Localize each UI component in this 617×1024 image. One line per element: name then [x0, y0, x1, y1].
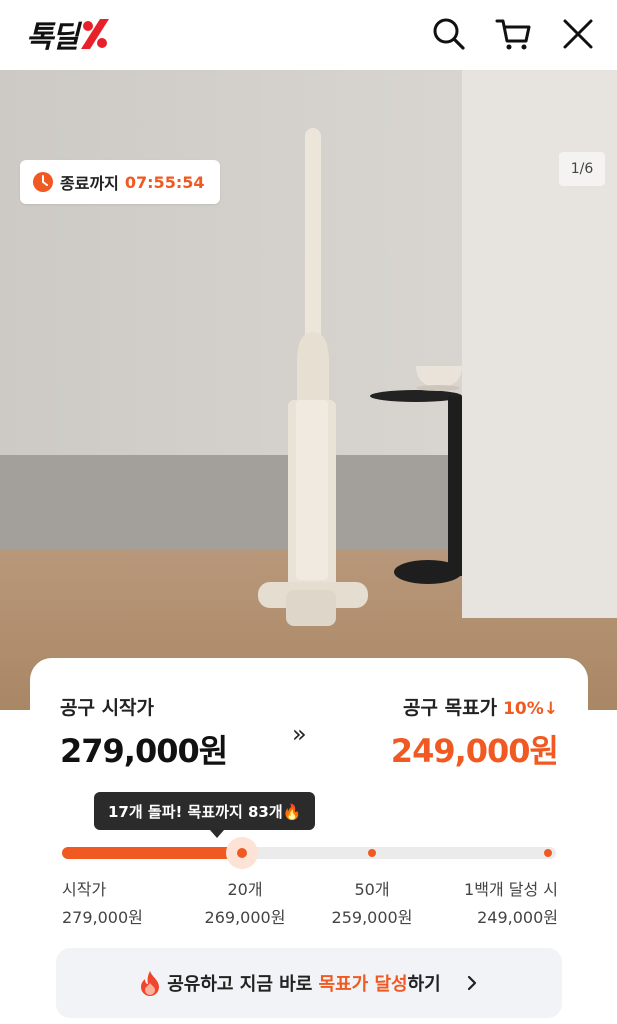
- cart-icon[interactable]: [495, 16, 531, 52]
- chevron-right-icon: [467, 975, 476, 991]
- milestone-dot-100: [544, 849, 552, 857]
- start-price-label: 공구 시작가: [60, 697, 155, 719]
- double-chevron-right-icon: »: [292, 720, 307, 748]
- milestone-price: 249,000원: [477, 908, 558, 927]
- milestone-price: 269,000원: [204, 908, 286, 927]
- progress-fill: [62, 847, 240, 859]
- share-button-label: 공유하고 지금 바로 목표가 달성하기: [167, 970, 440, 996]
- milestone-label: 50개: [354, 880, 390, 899]
- milestone-100: 1백개 달성 시 249,000원: [434, 876, 558, 932]
- target-price: 249,000원: [390, 732, 559, 770]
- top-header: 톡딜: [0, 0, 617, 70]
- milestone-price: 259,000원: [331, 908, 413, 927]
- milestone-20: 20개 269,000원: [190, 876, 300, 932]
- share-text-highlight: 목표가 달성: [318, 974, 408, 995]
- fire-icon: [141, 971, 160, 996]
- percent-logo-mark-icon: [80, 17, 110, 51]
- share-to-reach-target-button[interactable]: 공유하고 지금 바로 목표가 달성하기: [56, 948, 562, 1018]
- logo[interactable]: 톡딜: [26, 14, 110, 55]
- milestone-50: 50개 259,000원: [317, 876, 427, 932]
- milestone-label: 20개: [227, 880, 263, 899]
- progress-tooltip: 17개 돌파! 목표까지 83개🔥: [94, 792, 316, 838]
- image-counter: 1/6: [559, 152, 605, 186]
- search-icon[interactable]: [431, 16, 467, 52]
- start-price: 279,000원: [60, 732, 228, 770]
- target-price-label: 공구 목표가: [403, 697, 498, 719]
- group-buy-price-card: 공구 시작가 279,000원 » 공구 목표가 10%↓ 249,000원 1…: [30, 658, 588, 1024]
- clock-icon: [33, 172, 53, 192]
- logo-text: 톡딜: [26, 20, 79, 55]
- milestone-label: 1백개 달성 시: [464, 880, 558, 899]
- timer-value: 07:55:54: [124, 172, 205, 192]
- close-icon[interactable]: [560, 16, 596, 52]
- milestone-dot-50: [368, 849, 376, 857]
- product-image-carousel[interactable]: 종료까지 07:55:54 1/6: [0, 70, 617, 710]
- deal-countdown-timer: 종료까지 07:55:54: [20, 160, 221, 204]
- share-text-before: 공유하고 지금 바로: [167, 974, 319, 995]
- milestone-label: 시작가: [62, 880, 107, 899]
- target-price-header: 공구 목표가 10%↓: [403, 693, 558, 720]
- progress-current-marker: [226, 837, 258, 869]
- target-discount: 10%↓: [503, 699, 558, 719]
- share-text-after: 하기: [407, 974, 441, 995]
- progress-track: [62, 837, 556, 869]
- timer-label: 종료까지: [60, 174, 119, 193]
- milestone-start: 시작가 279,000원: [62, 876, 152, 932]
- milestone-price: 279,000원: [62, 908, 143, 927]
